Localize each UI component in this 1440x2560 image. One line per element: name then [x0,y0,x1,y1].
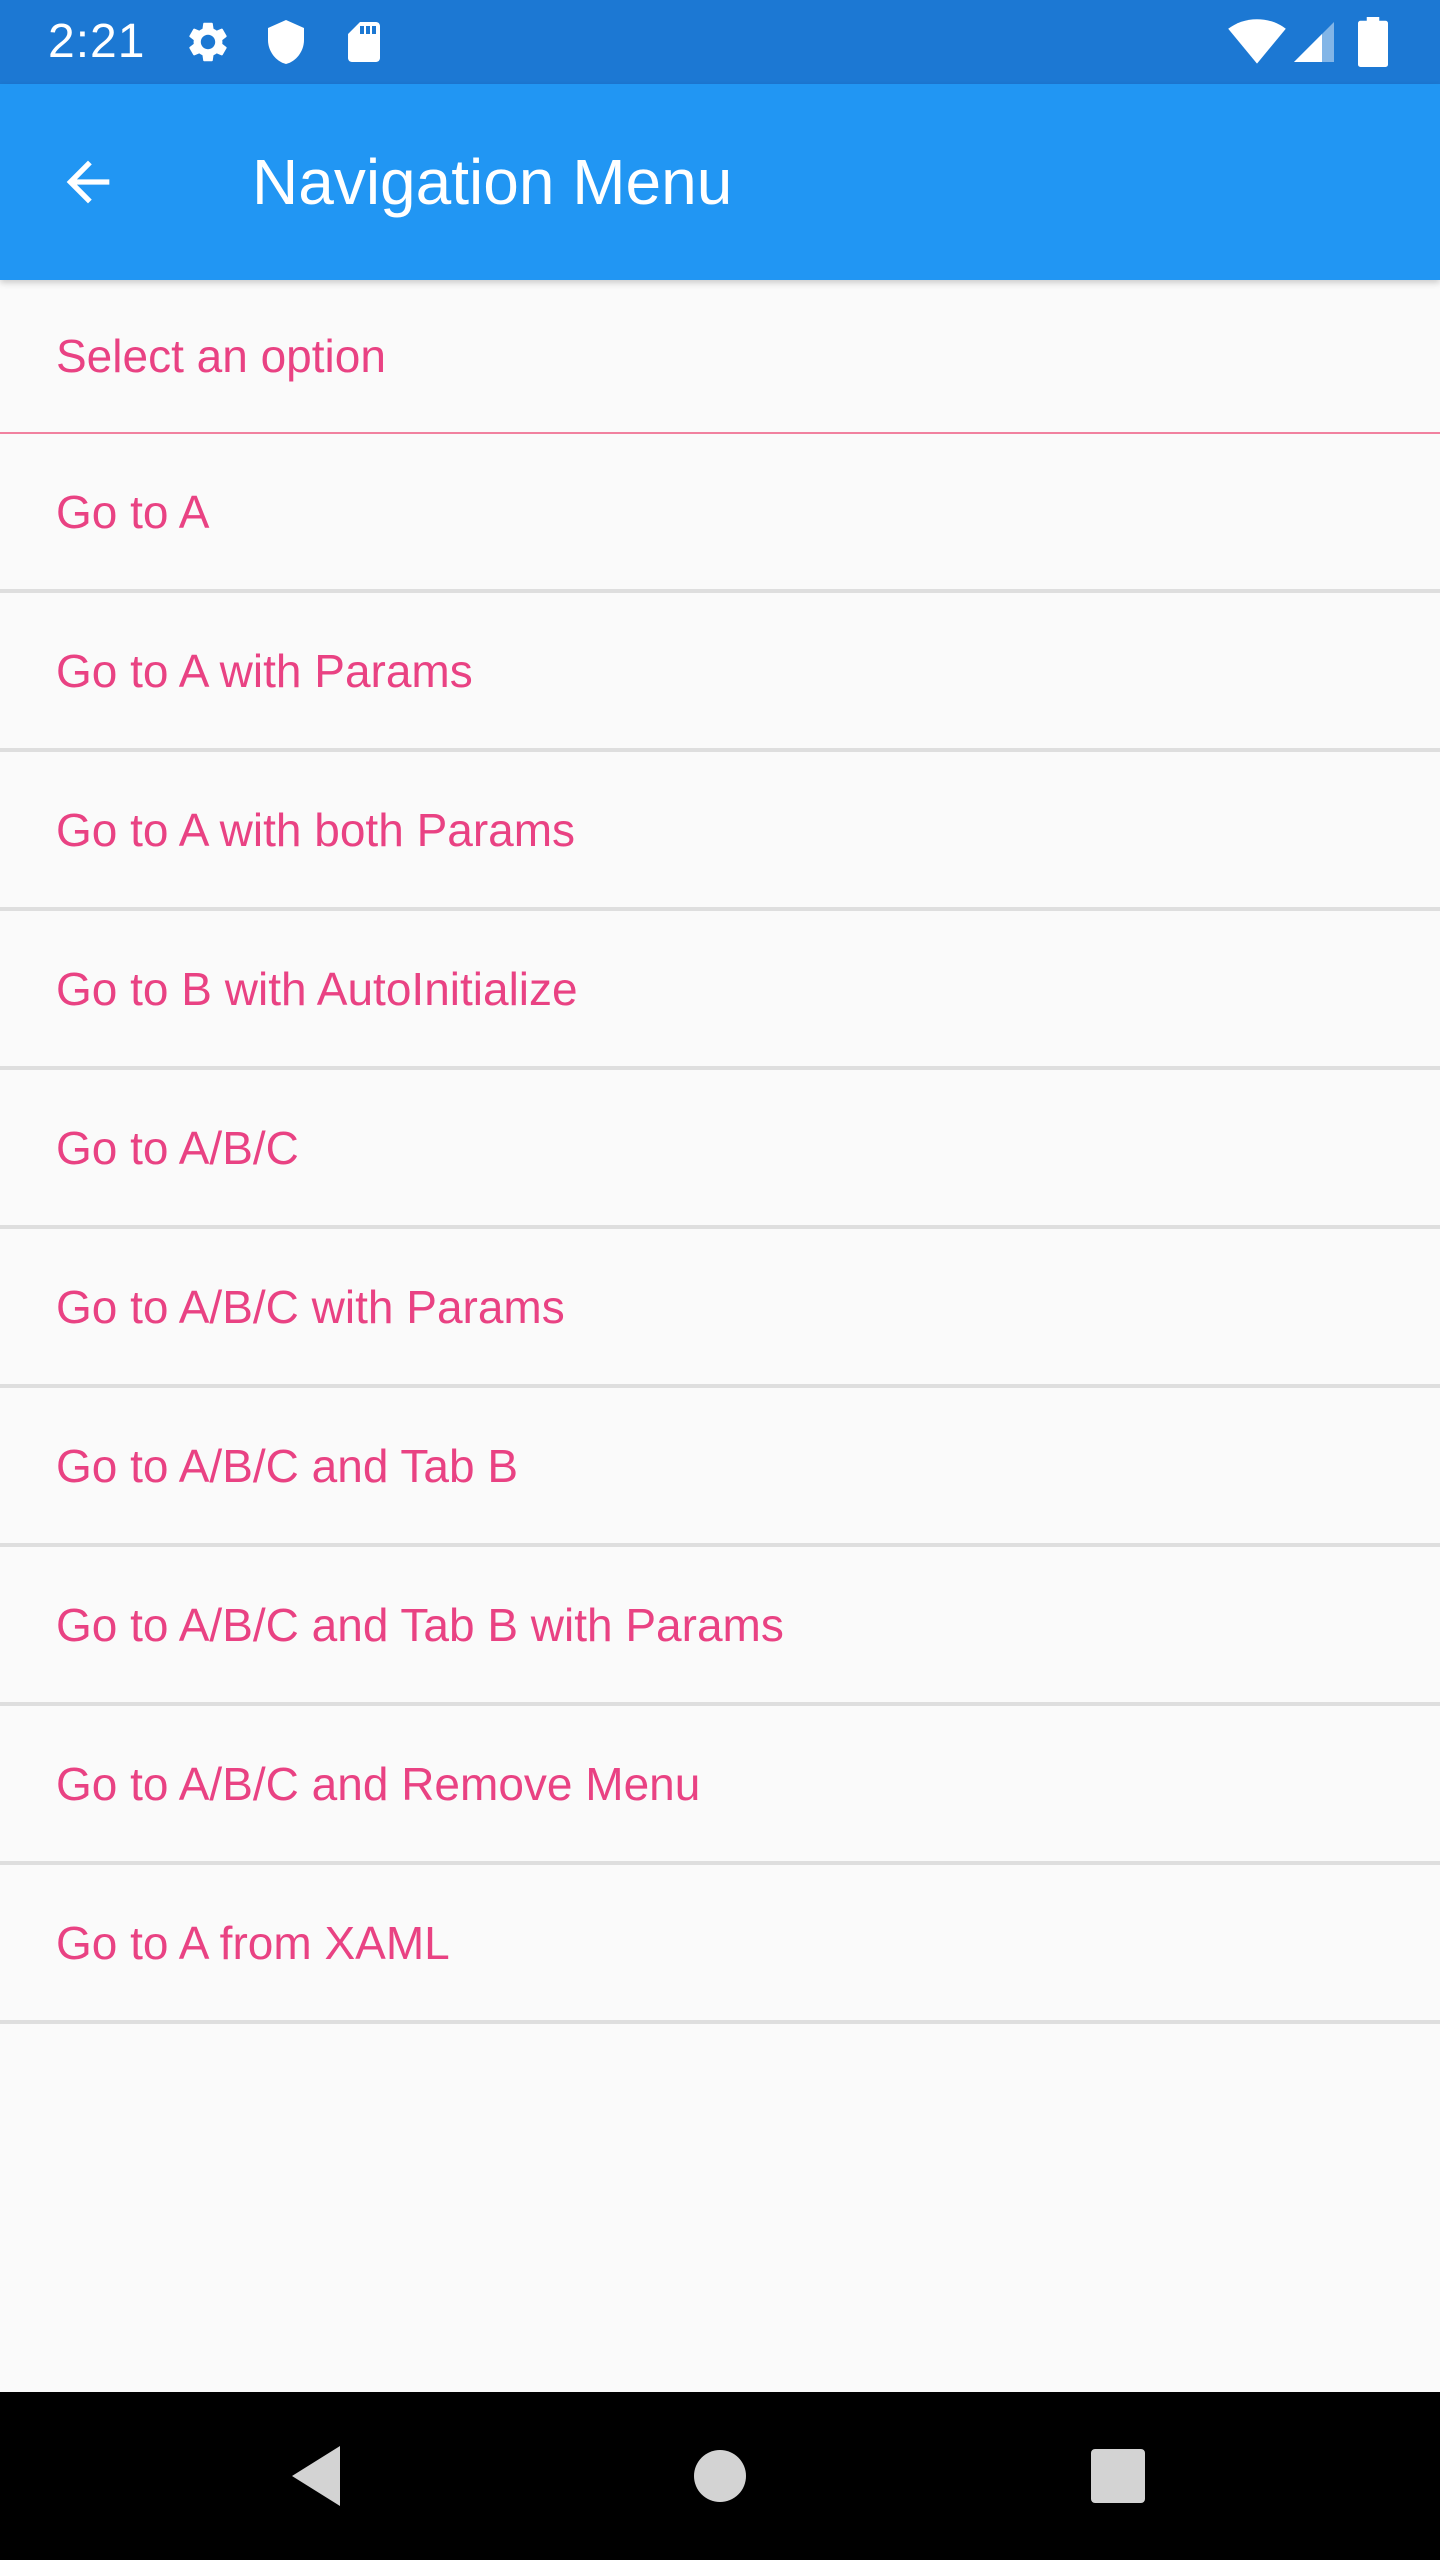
menu-item-go-to-a-with-both-params[interactable]: Go to A with both Params [0,752,1440,911]
back-button[interactable] [40,134,136,230]
status-time: 2:21 [48,15,146,68]
menu-item-go-to-a-with-params[interactable]: Go to A with Params [0,593,1440,752]
system-nav-bar [0,2392,1440,2560]
menu-header: Select an option [0,280,1440,434]
recents-square-icon [1091,2449,1145,2503]
menu-item-go-to-a-from-xaml[interactable]: Go to A from XAML [0,1865,1440,2024]
back-triangle-icon [292,2446,340,2506]
page-title: Navigation Menu [252,146,733,218]
menu-item-go-to-abc-and-tab-b[interactable]: Go to A/B/C and Tab B [0,1388,1440,1547]
nav-home-button[interactable] [680,2436,760,2516]
menu-item-go-to-a[interactable]: Go to A [0,434,1440,593]
sd-card-icon [340,0,388,84]
menu-item-go-to-abc-and-tab-b-with-params[interactable]: Go to A/B/C and Tab B with Params [0,1547,1440,1706]
status-bar: 2:21 [0,0,1440,84]
app-bar: Navigation Menu [0,84,1440,280]
wifi-icon [1228,0,1286,84]
home-circle-icon [694,2450,746,2502]
menu-item-go-to-b-with-autoinitialize[interactable]: Go to B with AutoInitialize [0,911,1440,1070]
navigation-menu-list: Select an option Go to A Go to A with Pa… [0,280,1440,2024]
nav-back-button[interactable] [276,2436,356,2516]
cell-signal-icon [1290,0,1338,84]
gear-icon [184,0,232,84]
shield-icon [262,0,310,84]
menu-item-go-to-abc-and-remove-menu[interactable]: Go to A/B/C and Remove Menu [0,1706,1440,1865]
battery-icon [1358,0,1388,84]
menu-item-go-to-abc-with-params[interactable]: Go to A/B/C with Params [0,1229,1440,1388]
arrow-left-icon [66,160,110,204]
nav-recents-button[interactable] [1078,2436,1158,2516]
menu-item-go-to-abc[interactable]: Go to A/B/C [0,1070,1440,1229]
